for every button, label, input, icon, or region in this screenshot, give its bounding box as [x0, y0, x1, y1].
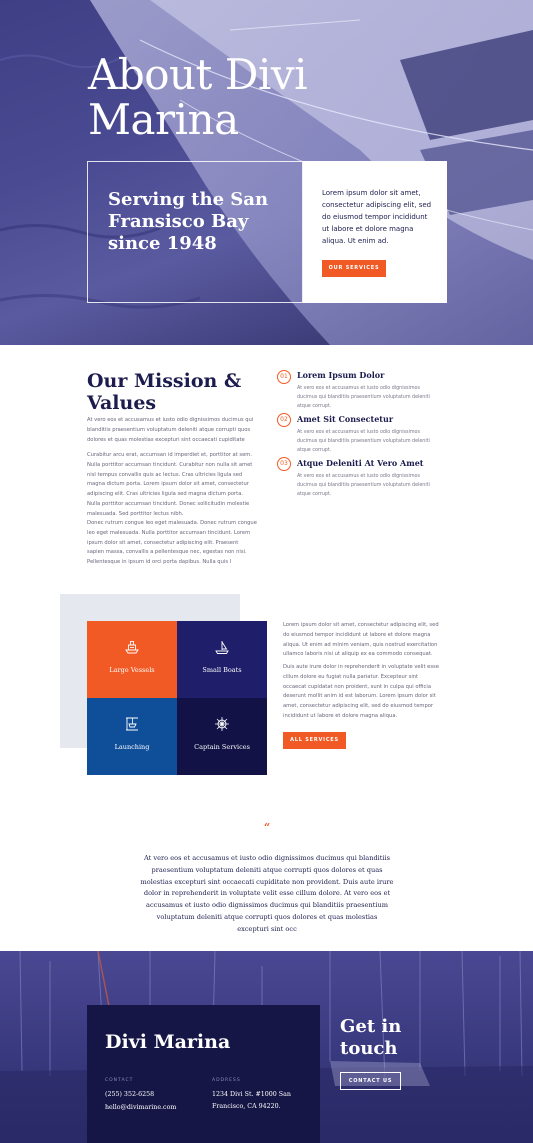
mission-paragraph: Curabitur arcu erat, accumsan id imperdi… [87, 452, 253, 517]
hero-tagline-box: Serving the San Fransisco Bay since 1948 [87, 161, 303, 303]
mission-title: Our Mission & Values [87, 370, 242, 414]
address-line: Francisco, CA 94220. [212, 1103, 281, 1110]
value-number: 02 [277, 413, 291, 427]
tile-label: Large Vessels [109, 666, 155, 674]
get-in-touch-title: Get in touch [340, 1016, 402, 1059]
value-text: At vero eos et accusamus et iusto odio d… [297, 386, 430, 409]
tile-label: Small Boats [202, 666, 242, 674]
services-paragraph: Duis aute irure dolor in reprehenderit i… [283, 664, 439, 719]
service-tile-launching[interactable]: Launching [87, 698, 177, 775]
ship-wheel-icon [215, 717, 229, 731]
boat-lift-icon [126, 717, 138, 731]
service-tile-small-boats[interactable]: Small Boats [177, 621, 267, 698]
address-line: 1234 Divi St. #1000 San [212, 1091, 291, 1098]
footer-brand: Divi Marina [105, 1031, 231, 1053]
services-paragraph: Lorem ipsum dolor sit amet, consectetur … [283, 622, 439, 658]
testimonial-text: At vero eos et accusamus et iusto odio d… [140, 854, 394, 933]
quote-icon: “ [263, 821, 271, 834]
hero-section: About Divi Marina Serving the San Fransi… [0, 0, 533, 345]
value-text: At vero eos et accusamus et iusto odio d… [297, 430, 430, 453]
value-number: 03 [277, 457, 291, 471]
value-title: Lorem Ipsum Dolor [297, 370, 385, 380]
email-link[interactable]: hello@divimarine.com [105, 1102, 176, 1114]
address-label: ADDRESS [212, 1078, 241, 1083]
all-services-button[interactable]: ALL SERVICES [283, 732, 346, 749]
mission-paragraph: At vero eos et accusamus et iusto odio d… [87, 417, 254, 443]
our-services-button[interactable]: OUR SERVICES [322, 260, 386, 277]
value-title: Atque Deleniti At Vero Amet [297, 458, 424, 468]
phone-link[interactable]: (255) 352-6258 [105, 1089, 154, 1101]
service-tile-large-vessels[interactable]: Large Vessels [87, 621, 177, 698]
value-text: At vero eos et accusamus et iusto odio d… [297, 474, 430, 497]
page-title: About Divi Marina [88, 50, 308, 144]
tile-label: Launching [114, 743, 150, 751]
ship-icon [125, 641, 139, 654]
service-tile-captain-services[interactable]: Captain Services [177, 698, 267, 775]
footer-contact-card: Divi Marina CONTACT (255) 352-6258 hello… [87, 1005, 320, 1143]
hero-tagline: Serving the San Fransisco Bay since 1948 [108, 189, 269, 254]
contact-us-button[interactable]: CONTACT US [340, 1072, 401, 1090]
contact-label: CONTACT [105, 1078, 134, 1083]
value-title: Amet Sit Consectetur [297, 414, 394, 424]
sailboat-icon [215, 641, 229, 654]
mission-paragraph: Donec rutrum congue leo eget malesuada. … [87, 520, 257, 566]
value-number: 01 [277, 370, 291, 384]
hero-intro-text: Lorem ipsum dolor sit amet, consectetur … [322, 189, 432, 245]
tile-label: Captain Services [194, 743, 250, 751]
hero-intro-card: Lorem ipsum dolor sit amet, consectetur … [303, 161, 447, 303]
